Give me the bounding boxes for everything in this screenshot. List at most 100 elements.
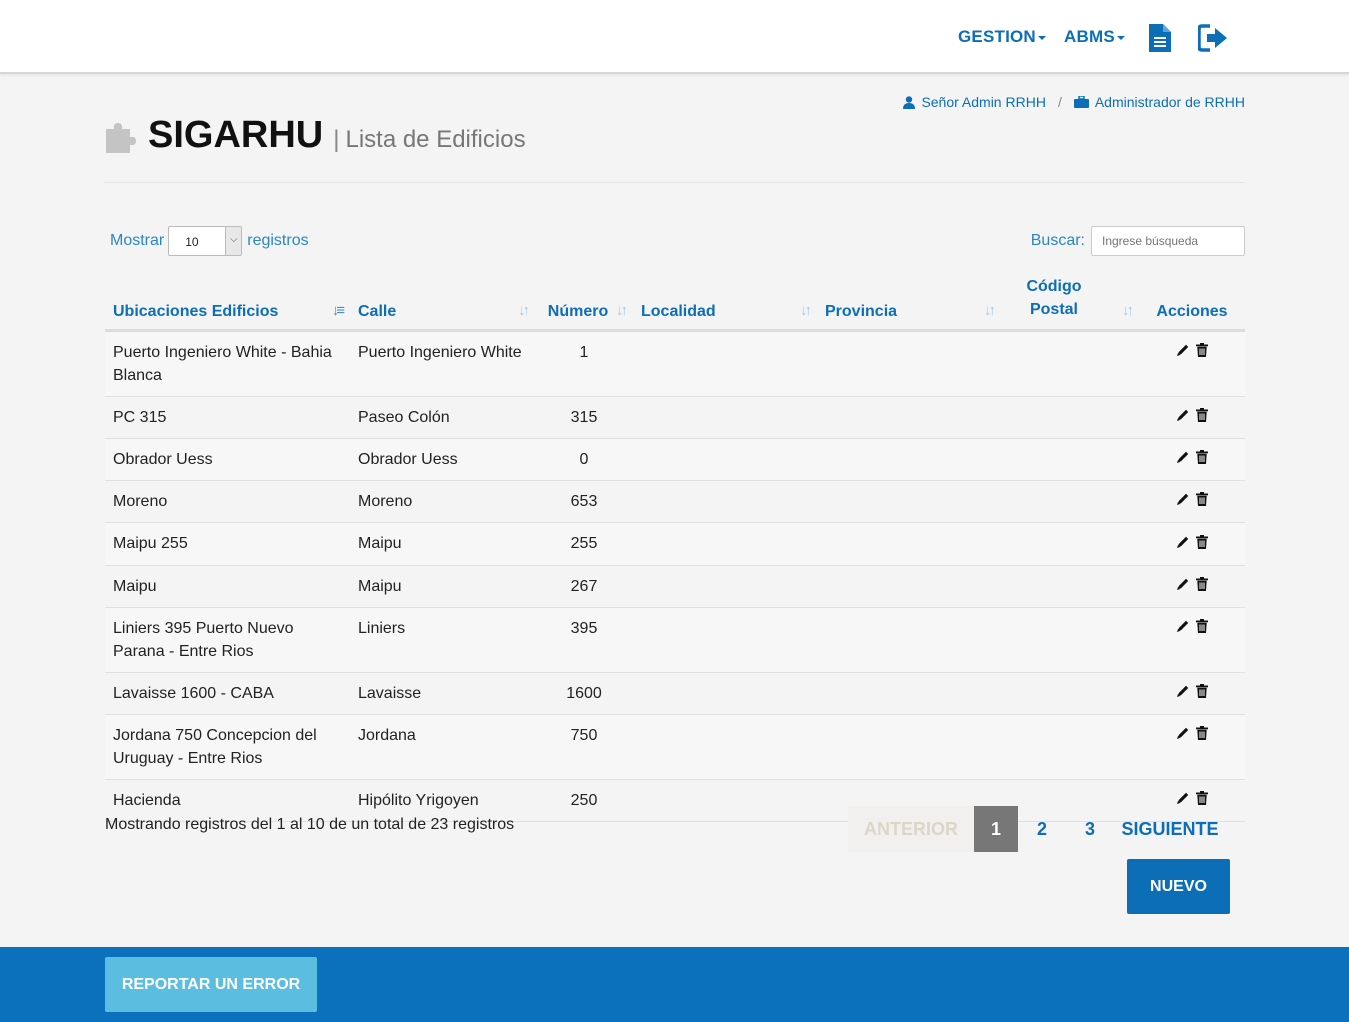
pencil-icon[interactable]: [1176, 575, 1190, 598]
cell-ubicacion: Liniers 395 Puerto Nuevo Parana - Entre …: [105, 607, 350, 673]
cell-localidad: [633, 714, 817, 781]
user-name[interactable]: Señor Admin RRHH: [921, 94, 1046, 110]
cell-numero: 0: [535, 438, 633, 482]
cell-provincia: [817, 607, 1001, 673]
cell-localidad: [633, 607, 817, 673]
page-title: Lista de Edificios: [345, 126, 526, 153]
cell-numero: 315: [535, 396, 633, 439]
trash-icon[interactable]: [1196, 682, 1208, 705]
pagination-prev-button[interactable]: ANTERIOR: [848, 806, 974, 852]
cell-localidad: [633, 396, 817, 439]
cell-ubicacion: Moreno: [105, 480, 350, 524]
cell-provincia: [817, 565, 1001, 608]
cell-localidad: [633, 438, 817, 482]
table-row: Liniers 395 Puerto Nuevo Parana - Entre …: [105, 607, 1245, 673]
trash-icon[interactable]: [1196, 490, 1208, 513]
search-input[interactable]: [1091, 226, 1245, 256]
column-header-localidad[interactable]: Localidad ↓↑: [633, 272, 817, 332]
sort-icon[interactable]: ↓↑: [800, 302, 812, 319]
column-header-provincia[interactable]: Provincia ↓↑: [817, 272, 1001, 332]
report-error-button[interactable]: REPORTAR UN ERROR: [105, 957, 317, 1012]
user-info: Señor Admin RRHH / Administrador de RRHH: [903, 94, 1245, 110]
pencil-icon[interactable]: [1176, 406, 1190, 429]
divider: [104, 182, 1245, 183]
cell-numero: 750: [535, 714, 633, 781]
cell-codigo-postal: [1001, 480, 1139, 524]
cell-ubicacion: PC 315: [105, 396, 350, 439]
cell-calle: Maipu: [350, 522, 535, 566]
cell-numero: 1600: [535, 672, 633, 716]
sort-icon[interactable]: ↓↑: [1122, 302, 1134, 319]
pagination-page-3[interactable]: 3: [1066, 806, 1114, 852]
table-row: Puerto Ingeniero White - Bahia Blanca Pue…: [105, 330, 1245, 397]
chevron-down-icon: ⌵: [225, 227, 242, 255]
cell-provincia: [817, 438, 1001, 482]
page-size-select[interactable]: 10 ⌵: [168, 226, 243, 256]
cell-ubicacion: Puerto Ingeniero White - Bahia Blanca: [105, 330, 350, 397]
cell-calle: Jordana: [350, 714, 535, 781]
cell-provincia: [817, 480, 1001, 524]
pencil-icon[interactable]: [1176, 682, 1190, 705]
cell-actions: [1139, 480, 1245, 524]
cell-calle: Lavaisse: [350, 672, 535, 716]
column-label: Calle: [358, 302, 397, 320]
cell-actions: [1139, 714, 1245, 781]
column-header-numero[interactable]: Número ↓↑: [535, 272, 633, 332]
pagination-next-button[interactable]: SIGUIENTE: [1114, 806, 1226, 852]
trash-icon[interactable]: [1196, 448, 1208, 471]
pencil-icon[interactable]: [1176, 533, 1190, 556]
cell-localidad: [633, 779, 817, 823]
sort-icon[interactable]: ↓↑: [518, 302, 530, 319]
sort-desc-icon[interactable]: ↓≡: [332, 302, 345, 319]
nav-gestion-menu[interactable]: GESTION: [958, 27, 1046, 47]
cell-calle: Obrador Uess: [350, 438, 535, 482]
pencil-icon[interactable]: [1176, 724, 1190, 747]
table-row: Maipu 255 Maipu 255: [105, 522, 1245, 566]
cell-provincia: [817, 396, 1001, 439]
trash-icon[interactable]: [1196, 406, 1208, 429]
logout-icon[interactable]: [1197, 24, 1230, 57]
page-size-value: 10: [185, 235, 199, 249]
new-button[interactable]: NUEVO: [1127, 859, 1230, 914]
cell-numero: 255: [535, 522, 633, 566]
cell-actions: [1139, 438, 1245, 482]
trash-icon[interactable]: [1196, 617, 1208, 640]
column-label: Número: [547, 302, 609, 320]
cell-actions: [1139, 565, 1245, 608]
buildings-table: Ubicaciones Edificios ↓≡ Calle ↓↑ Número ↓↑…: [105, 272, 1245, 823]
pagination-page-1[interactable]: 1: [974, 806, 1018, 852]
briefcase-icon: [1073, 96, 1089, 108]
trash-icon[interactable]: [1196, 341, 1208, 364]
cell-codigo-postal: [1001, 565, 1139, 608]
chevron-down-icon: [1037, 35, 1046, 40]
pencil-icon[interactable]: [1176, 341, 1190, 364]
trash-icon[interactable]: [1196, 575, 1208, 598]
document-icon[interactable]: [1149, 24, 1171, 57]
show-label: Mostrar: [110, 232, 165, 249]
column-label: Localidad: [641, 302, 716, 320]
pencil-icon[interactable]: [1176, 490, 1190, 513]
table-row: Moreno Moreno 653: [105, 480, 1245, 524]
table-row: Jordana 750 Concepcion del Uruguay - Ent…: [105, 714, 1245, 781]
sort-icon[interactable]: ↓↑: [616, 302, 628, 319]
title-separator: |: [333, 126, 340, 153]
column-header-codigo-postal[interactable]: Código Postal ↓↑: [1001, 272, 1139, 332]
pencil-icon[interactable]: [1176, 617, 1190, 640]
nav-abms-menu[interactable]: ABMS: [1064, 27, 1125, 47]
trash-icon[interactable]: [1196, 724, 1208, 747]
cell-ubicacion: Jordana 750 Concepcion del Uruguay - Ent…: [105, 714, 350, 781]
column-header-ubicaciones[interactable]: Ubicaciones Edificios ↓≡: [105, 272, 350, 332]
cell-ubicacion: Maipu: [105, 565, 350, 608]
cell-localidad: [633, 480, 817, 524]
pagination-page-2[interactable]: 2: [1018, 806, 1066, 852]
column-header-calle[interactable]: Calle ↓↑: [350, 272, 535, 332]
table-row: Maipu Maipu 267: [105, 565, 1245, 608]
table-row: Obrador Uess Obrador Uess 0: [105, 438, 1245, 482]
trash-icon[interactable]: [1196, 533, 1208, 556]
user-icon: [903, 95, 916, 109]
cell-calle: Maipu: [350, 565, 535, 608]
sort-icon[interactable]: ↓↑: [984, 302, 996, 319]
user-role[interactable]: Administrador de RRHH: [1095, 94, 1245, 110]
pencil-icon[interactable]: [1176, 448, 1190, 471]
user-separator: /: [1057, 94, 1062, 110]
